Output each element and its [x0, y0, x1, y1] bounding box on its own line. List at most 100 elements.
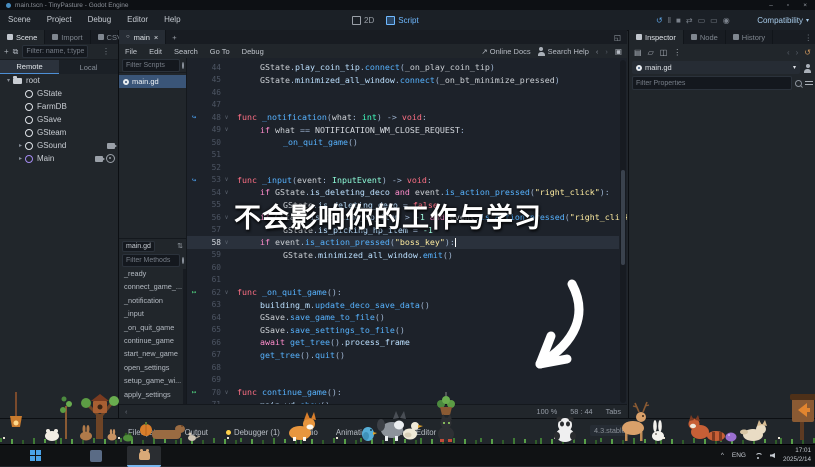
menu-project[interactable]: Project	[39, 10, 80, 30]
history-back-icon[interactable]: ‹	[596, 47, 599, 56]
method-list-item[interactable]: _notification	[119, 294, 186, 307]
close-button[interactable]: ×	[803, 2, 807, 9]
minimize-button[interactable]: –	[769, 2, 773, 9]
method-list-item[interactable]: _ready	[119, 267, 186, 280]
fold-icon[interactable]: ∨	[221, 126, 232, 133]
fold-icon[interactable]: ∨	[221, 214, 232, 221]
code-line[interactable]: 44GState.play_coin_tip.connect(_on_play_…	[187, 61, 619, 74]
script-tab-main[interactable]: ○ main ×	[119, 30, 166, 44]
view-tab-remote[interactable]: Remote	[0, 60, 59, 74]
code-line[interactable]: 45GState.minimized_all_window.connect(_o…	[187, 74, 619, 87]
script-list-item[interactable]: main.gd	[119, 75, 186, 88]
code-line[interactable]: ↦70∨func continue_game():	[187, 386, 619, 399]
new-script-tab-button[interactable]: +	[166, 30, 182, 44]
bottom-button-debugger-1-[interactable]: Debugger (1)	[218, 428, 288, 437]
code-line[interactable]: 52	[187, 161, 619, 174]
extend-script-icon[interactable]	[804, 69, 811, 73]
taskbar-tinypasture-icon[interactable]	[127, 446, 161, 467]
search-help-button[interactable]: Search Help	[538, 47, 589, 56]
expander-icon[interactable]: ▸	[16, 155, 25, 162]
save-resource-icon[interactable]: ◫	[660, 48, 668, 57]
scene-menu-dots[interactable]: ⋮	[98, 47, 114, 56]
connected-signal-icon[interactable]: ↦	[187, 388, 201, 396]
code-line[interactable]: 60	[187, 261, 619, 274]
method-list-item[interactable]: continue_game	[119, 334, 186, 347]
inspector-back-icon[interactable]: ‹	[787, 48, 790, 57]
h-scroll-left-icon[interactable]: ‹	[125, 407, 127, 416]
script-menu-search[interactable]: Search	[168, 47, 204, 56]
tree-node-gsave[interactable]: GSave	[0, 113, 118, 126]
fold-icon[interactable]: ∨	[221, 114, 232, 121]
indent-type[interactable]: Tabs	[606, 407, 621, 416]
tree-node-main[interactable]: ▸Main	[0, 152, 118, 165]
taskbar-clock[interactable]: 17:01 2025/2/14	[783, 447, 811, 463]
fold-icon[interactable]: ∨	[221, 189, 232, 196]
distraction-free-icon[interactable]: ◱	[608, 30, 627, 44]
code-line[interactable]: 49∨if what == NOTIFICATION_WM_CLOSE_REQU…	[187, 124, 619, 137]
filter-scripts-input[interactable]	[122, 59, 180, 72]
fold-icon[interactable]: ∨	[221, 289, 232, 296]
code-line[interactable]: 59GState.minimized_all_window.emit()	[187, 249, 619, 262]
script-menu-file[interactable]: File	[119, 47, 143, 56]
dock-tab-import[interactable]: Import	[45, 30, 90, 44]
dock-menu-dots[interactable]: ⋮	[801, 30, 815, 44]
bottom-button-animation[interactable]: Animation	[328, 428, 379, 437]
edited-resource-dropdown[interactable]: main.gd ▾	[632, 61, 800, 74]
bottom-button-shader-editor[interactable]: Shader Editor	[381, 428, 445, 437]
history-forward-icon[interactable]: ›	[605, 47, 608, 56]
method-list-item[interactable]: setup_game_wi...	[119, 374, 186, 387]
code-line[interactable]: ↪48∨func _notification(what: int) -> voi…	[187, 111, 619, 124]
tree-node-gstate[interactable]: GState	[0, 87, 118, 100]
play-custom-scene-button[interactable]: ▭	[710, 16, 718, 25]
property-filter-options-icon[interactable]	[805, 79, 813, 87]
editor-zoom[interactable]: 100 %	[537, 407, 558, 416]
video-icon[interactable]	[107, 143, 115, 149]
taskbar-app-icon[interactable]	[88, 448, 103, 463]
script-menu-debug[interactable]: Debug	[236, 47, 270, 56]
dock-tab-scene[interactable]: Scene	[0, 30, 45, 44]
fold-icon[interactable]: ∨	[221, 239, 232, 246]
methods-scrollbar[interactable]	[183, 269, 186, 405]
close-tab-icon[interactable]: ×	[154, 33, 158, 42]
script-menu-go-to[interactable]: Go To	[204, 47, 236, 56]
movie-mode-button[interactable]: ◉	[723, 16, 730, 25]
volume-icon[interactable]	[770, 453, 775, 458]
instance-scene-button[interactable]: ⧉	[13, 47, 19, 57]
menu-debug[interactable]: Debug	[80, 10, 120, 30]
add-node-button[interactable]: +	[4, 47, 9, 56]
start-button[interactable]	[28, 448, 43, 463]
tree-node-gsound[interactable]: ▸GSound	[0, 139, 118, 152]
override-method-icon[interactable]: ↪	[187, 113, 201, 121]
wifi-icon[interactable]	[754, 452, 762, 460]
view-tab-local[interactable]: Local	[59, 60, 118, 74]
code-line[interactable]: 46	[187, 86, 619, 99]
new-resource-icon[interactable]: ▤	[634, 48, 642, 57]
restart-button[interactable]: ↺	[656, 16, 663, 25]
method-list-item[interactable]: apply_settings	[119, 388, 186, 401]
workspace-tab-script[interactable]: Script	[386, 16, 418, 25]
method-list-item[interactable]: _on_quit_game	[119, 321, 186, 334]
language-indicator[interactable]: ENG	[732, 452, 746, 459]
load-resource-icon[interactable]: ▱	[648, 48, 654, 57]
play-scene-button[interactable]: ▭	[698, 16, 706, 25]
expander-icon[interactable]: ▾	[4, 77, 13, 84]
method-list-item[interactable]: start_new_game	[119, 347, 186, 360]
override-method-icon[interactable]: ↪	[187, 176, 201, 184]
video-icon[interactable]	[95, 156, 103, 162]
bottom-button-filesystem[interactable]: FileSystem	[120, 428, 175, 437]
renderer-dropdown[interactable]: Compatibility ▾	[757, 10, 809, 30]
dock-tab-node[interactable]: Node	[684, 30, 726, 44]
stop-button[interactable]: ■	[676, 16, 681, 25]
code-scrollbar[interactable]	[620, 60, 626, 403]
remote-debug-icon[interactable]: ⇄	[686, 16, 693, 25]
code-line[interactable]: 47	[187, 99, 619, 112]
dock-tab-history[interactable]: History	[726, 30, 773, 44]
resource-menu-dots[interactable]: ⋮	[673, 48, 681, 57]
tree-node-farmdb[interactable]: FarmDB	[0, 100, 118, 113]
connected-signal-icon[interactable]: ↦	[187, 288, 201, 296]
bottom-button-audio[interactable]: Audio	[290, 428, 326, 437]
expander-icon[interactable]: ▸	[16, 142, 25, 149]
fold-icon[interactable]: ∨	[221, 176, 232, 183]
inspector-forward-icon[interactable]: ›	[796, 48, 799, 57]
filter-methods-input[interactable]	[122, 254, 180, 267]
